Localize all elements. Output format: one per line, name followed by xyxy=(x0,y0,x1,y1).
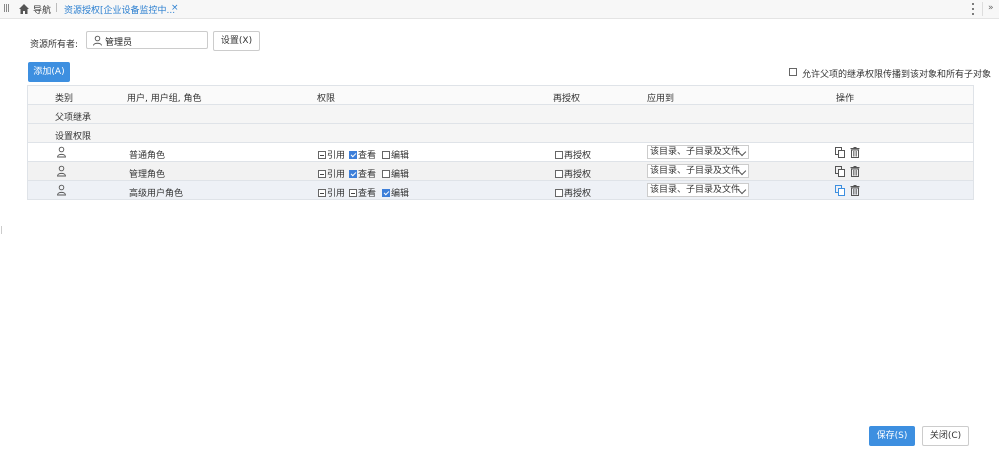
perm-edit[interactable]: 编辑 xyxy=(382,148,409,161)
add-button[interactable]: 添加(A) xyxy=(28,62,70,82)
view-checkbox[interactable] xyxy=(349,151,357,159)
delete-icon[interactable] xyxy=(850,147,860,158)
perm-ref[interactable]: 引用 xyxy=(318,167,345,180)
perm-ref[interactable]: 引用 xyxy=(318,186,345,199)
tab-separator: | xyxy=(55,3,59,13)
perm-regrant[interactable]: 再授权 xyxy=(555,167,591,180)
edit-checkbox[interactable] xyxy=(382,151,390,159)
perm-view[interactable]: 查看 xyxy=(349,186,376,199)
view-checkbox[interactable] xyxy=(349,170,357,178)
copy-icon[interactable] xyxy=(835,166,845,177)
grip-icon[interactable] xyxy=(4,4,11,13)
owner-value: 管理员 xyxy=(105,38,133,48)
delete-icon[interactable] xyxy=(850,166,860,177)
top-tab-bar: 导航 | 资源授权[企业设备监控中... × » xyxy=(0,0,999,19)
view-checkbox[interactable] xyxy=(349,189,357,197)
apply-to-select[interactable]: 该目录、子目录及文件 xyxy=(647,164,749,178)
role-icon xyxy=(57,165,66,177)
role-name: 高级用户角色 xyxy=(129,189,184,199)
inherit-label: 允许父项的继承权限传播到该对象和所有子对象 xyxy=(802,70,992,80)
home-icon[interactable] xyxy=(18,3,30,15)
ref-checkbox[interactable] xyxy=(318,170,326,178)
more-menu-icon[interactable] xyxy=(972,3,975,15)
apply-to-select[interactable]: 该目录、子目录及文件 xyxy=(647,145,749,159)
perm-regrant[interactable]: 再授权 xyxy=(555,148,591,161)
regrant-checkbox[interactable] xyxy=(555,189,563,197)
col-regrant: 再授权 xyxy=(553,94,581,104)
table-row[interactable]: 高级用户角色 引用 查看 编辑 再授权 该目录、子目录及文件 xyxy=(28,181,973,199)
col-users: 用户, 用户组, 角色 xyxy=(127,94,202,104)
edit-checkbox[interactable] xyxy=(382,189,390,197)
owner-label: 资源所有者: xyxy=(30,40,79,50)
table-row[interactable]: 管理角色 引用 查看 编辑 再授权 该目录、子目录及文件 xyxy=(28,162,973,181)
role-icon xyxy=(57,146,66,158)
resize-handle[interactable] xyxy=(1,226,2,234)
group-row-set[interactable]: 设置权限 xyxy=(28,124,973,143)
divider xyxy=(982,2,983,16)
table-header: 类别 用户, 用户组, 角色 权限 再授权 应用到 操作 xyxy=(28,86,973,105)
set-owner-button[interactable]: 设置(X) xyxy=(213,31,260,51)
role-icon xyxy=(57,184,66,196)
perm-ref[interactable]: 引用 xyxy=(318,148,345,161)
perm-view[interactable]: 查看 xyxy=(349,148,376,161)
permissions-table: 类别 用户, 用户组, 角色 权限 再授权 应用到 操作 父项继承 设置权限 普… xyxy=(27,85,974,200)
perm-view[interactable]: 查看 xyxy=(349,167,376,180)
tab-resource-auth[interactable]: 资源授权[企业设备监控中... xyxy=(64,3,175,16)
col-type: 类别 xyxy=(55,94,74,104)
col-ops: 操作 xyxy=(836,94,855,104)
role-name: 管理角色 xyxy=(129,170,166,180)
apply-to-select[interactable]: 该目录、子目录及文件 xyxy=(647,183,749,197)
group-row-inherited[interactable]: 父项继承 xyxy=(28,105,973,124)
col-perms: 权限 xyxy=(317,94,336,104)
save-button[interactable]: 保存(S) xyxy=(869,426,915,446)
owner-field[interactable]: 管理员 xyxy=(86,31,208,49)
copy-icon[interactable] xyxy=(835,185,845,196)
close-button[interactable]: 关闭(C) xyxy=(922,426,969,446)
ref-checkbox[interactable] xyxy=(318,189,326,197)
col-apply: 应用到 xyxy=(647,94,675,104)
group-label: 父项继承 xyxy=(55,113,92,123)
perm-edit[interactable]: 编辑 xyxy=(382,186,409,199)
perm-edit[interactable]: 编辑 xyxy=(382,167,409,180)
role-name: 普通角色 xyxy=(129,151,166,161)
regrant-checkbox[interactable] xyxy=(555,151,563,159)
user-icon xyxy=(93,35,102,46)
edit-checkbox[interactable] xyxy=(382,170,390,178)
collapse-icon[interactable]: » xyxy=(988,3,994,13)
regrant-checkbox[interactable] xyxy=(555,170,563,178)
perm-regrant[interactable]: 再授权 xyxy=(555,186,591,199)
delete-icon[interactable] xyxy=(850,185,860,196)
nav-label[interactable]: 导航 xyxy=(33,3,51,16)
ref-checkbox[interactable] xyxy=(318,151,326,159)
tab-close-icon[interactable]: × xyxy=(171,3,179,13)
inherit-checkbox[interactable] xyxy=(789,68,797,76)
copy-icon[interactable] xyxy=(835,147,845,158)
table-row[interactable]: 普通角色 引用 查看 编辑 再授权 该目录、子目录及文件 xyxy=(28,143,973,162)
group-label: 设置权限 xyxy=(55,132,92,142)
